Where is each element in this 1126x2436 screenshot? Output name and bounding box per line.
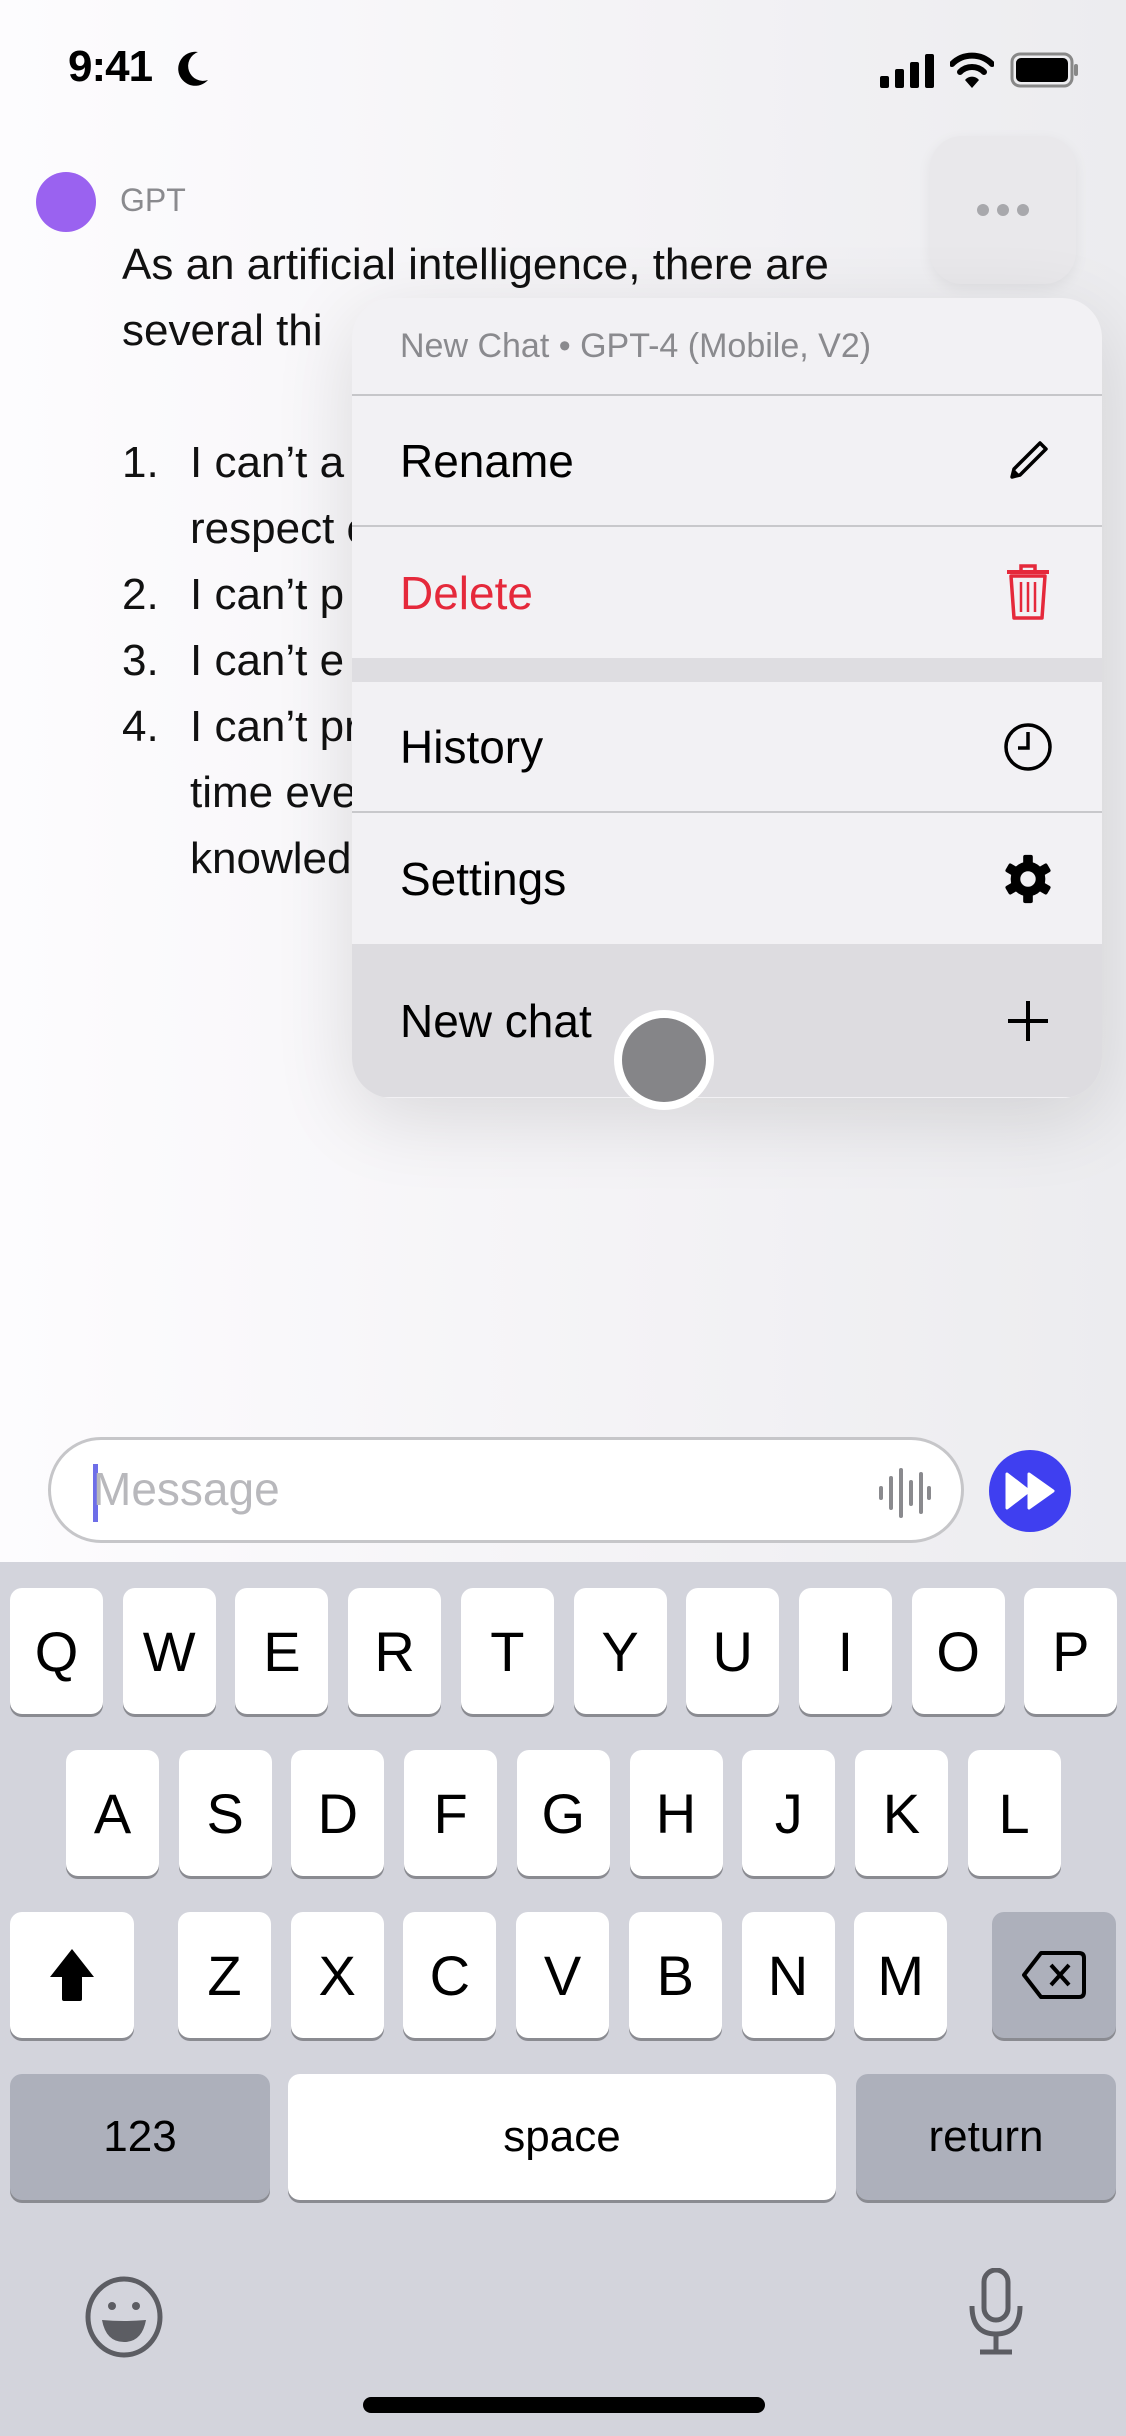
key-q[interactable]: Q xyxy=(10,1588,103,1714)
menu-separator xyxy=(352,658,1102,682)
menu-item-label: Settings xyxy=(400,852,567,905)
key-u[interactable]: U xyxy=(686,1588,780,1714)
list-number: 2. xyxy=(122,570,159,619)
status-bar: 9:41 xyxy=(0,0,1126,140)
emoji-icon[interactable] xyxy=(84,2276,164,2358)
menu-item-new-chat[interactable]: New chat xyxy=(352,944,1102,1097)
touch-indicator xyxy=(614,1010,714,1110)
key-g[interactable]: G xyxy=(516,1750,610,1876)
key-z[interactable]: Z xyxy=(178,1912,271,2038)
menu-item-history[interactable]: History xyxy=(352,682,1102,813)
key-h[interactable]: H xyxy=(629,1750,723,1876)
key-i[interactable]: I xyxy=(798,1588,892,1714)
shift-key[interactable] xyxy=(10,1912,134,2038)
pencil-icon xyxy=(1002,435,1054,487)
plus-icon xyxy=(1002,995,1054,1047)
key-l[interactable]: L xyxy=(967,1750,1061,1876)
assistant-avatar xyxy=(36,172,96,232)
list-number: 1. xyxy=(122,438,159,487)
key-f[interactable]: F xyxy=(404,1750,498,1876)
key-a[interactable]: A xyxy=(66,1750,159,1876)
more-dots-icon xyxy=(1017,204,1029,216)
backspace-key[interactable] xyxy=(992,1912,1116,2038)
space-key[interactable]: space xyxy=(288,2074,836,2200)
list-number: 4. xyxy=(122,702,159,751)
menu-item-label: History xyxy=(400,720,544,773)
key-s[interactable]: S xyxy=(178,1750,272,1876)
menu-item-label: Delete xyxy=(400,566,533,619)
shift-arrow-icon xyxy=(50,1949,94,2001)
context-menu: New Chat • GPT-4 (Mobile, V2) Rename Del… xyxy=(352,298,1102,1098)
list-number: 3. xyxy=(122,636,159,685)
fast-forward-icon xyxy=(1005,1472,1055,1510)
key-k[interactable]: K xyxy=(854,1750,948,1876)
key-m[interactable]: M xyxy=(854,1912,948,2038)
clock-icon xyxy=(1002,721,1054,773)
more-options-button[interactable] xyxy=(930,136,1076,284)
voice-waveform-icon[interactable] xyxy=(877,1466,931,1520)
key-x[interactable]: X xyxy=(290,1912,384,2038)
more-dots-icon xyxy=(997,204,1009,216)
cellular-signal-icon xyxy=(880,54,934,88)
gear-icon xyxy=(1002,853,1054,905)
microphone-icon[interactable] xyxy=(966,2268,1026,2356)
menu-item-label: New chat xyxy=(400,994,592,1047)
menu-item-settings[interactable]: Settings xyxy=(352,813,1102,944)
key-v[interactable]: V xyxy=(516,1912,610,2038)
send-button[interactable] xyxy=(989,1450,1071,1532)
delete-backward-icon xyxy=(1022,1951,1086,1999)
numbers-key[interactable]: 123 xyxy=(10,2074,270,2200)
key-p[interactable]: P xyxy=(1024,1588,1118,1714)
status-time: 9:41 xyxy=(68,42,153,91)
trash-icon xyxy=(1002,563,1054,620)
key-j[interactable]: J xyxy=(742,1750,836,1876)
menu-item-label: Rename xyxy=(400,434,574,487)
menu-header: New Chat • GPT-4 (Mobile, V2) xyxy=(352,298,1102,396)
key-e[interactable]: E xyxy=(235,1588,329,1714)
message-input[interactable]: Message xyxy=(48,1437,964,1543)
more-dots-icon xyxy=(977,204,989,216)
message-placeholder: Message xyxy=(93,1463,280,1515)
key-y[interactable]: Y xyxy=(573,1588,667,1714)
menu-item-rename[interactable]: Rename xyxy=(352,396,1102,527)
key-b[interactable]: B xyxy=(628,1912,722,2038)
wifi-icon xyxy=(950,52,994,88)
moon-icon xyxy=(178,51,208,86)
battery-icon xyxy=(1010,52,1078,88)
key-t[interactable]: T xyxy=(460,1588,554,1714)
key-o[interactable]: O xyxy=(911,1588,1005,1714)
home-indicator xyxy=(363,2397,765,2413)
key-n[interactable]: N xyxy=(741,1912,835,2038)
return-key[interactable]: return xyxy=(856,2074,1116,2200)
key-d[interactable]: D xyxy=(291,1750,385,1876)
key-r[interactable]: R xyxy=(348,1588,442,1714)
key-w[interactable]: W xyxy=(122,1588,216,1714)
key-c[interactable]: C xyxy=(403,1912,497,2038)
menu-item-delete[interactable]: Delete xyxy=(352,527,1102,658)
sender-name: GPT xyxy=(120,182,186,218)
